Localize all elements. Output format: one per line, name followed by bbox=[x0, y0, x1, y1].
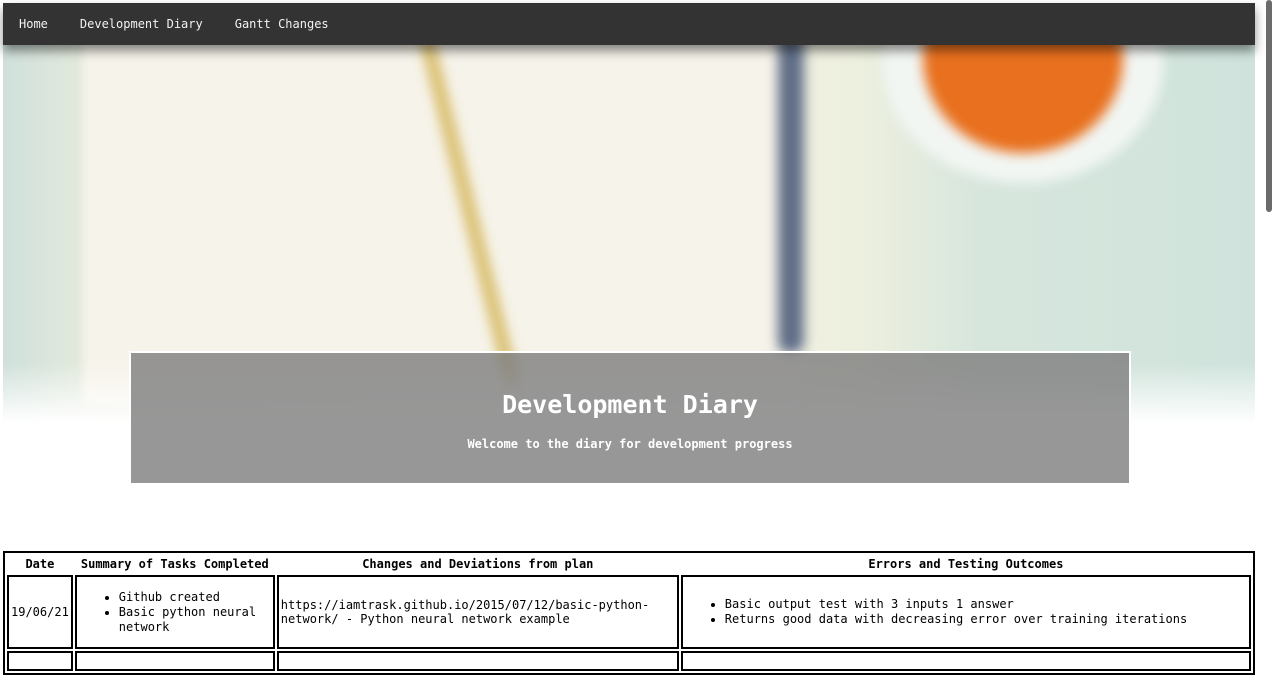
top-navbar: Home Development Diary Gantt Changes bbox=[3, 3, 1255, 45]
pen-shape bbox=[778, 33, 804, 353]
cell-summary: Github created Basic python neural netwo… bbox=[74, 575, 275, 649]
header-date: Date bbox=[25, 557, 55, 571]
diary-table: Date Summary of Tasks Completed Changes … bbox=[3, 551, 1255, 675]
table-row: 19/06/21 Github created Basic python neu… bbox=[7, 575, 1251, 649]
cell-date bbox=[7, 651, 73, 671]
nav-home-link[interactable]: Home bbox=[3, 3, 64, 45]
cell-errors bbox=[680, 651, 1251, 671]
nav-development-diary-link[interactable]: Development Diary bbox=[64, 3, 219, 45]
cell-changes bbox=[276, 651, 679, 671]
header-summary: Summary of Tasks Completed bbox=[80, 557, 269, 571]
page-subtitle: Welcome to the diary for development pro… bbox=[467, 437, 793, 451]
list-item: Returns good data with decreasing error … bbox=[725, 612, 1247, 627]
list-item: Basic python neural network bbox=[119, 605, 271, 635]
cell-summary bbox=[74, 651, 275, 671]
header-errors: Errors and Testing Outcomes bbox=[868, 557, 1064, 571]
cell-errors: Basic output test with 3 inputs 1 answer… bbox=[680, 575, 1251, 649]
cell-date: 19/06/21 bbox=[7, 575, 73, 649]
page-scrollbar[interactable] bbox=[1266, 0, 1272, 212]
page-header-banner: Development Diary Welcome to the diary f… bbox=[129, 351, 1131, 485]
cell-changes: https://iamtrask.github.io/2015/07/12/ba… bbox=[276, 575, 679, 649]
table-header-row: Date Summary of Tasks Completed Changes … bbox=[7, 555, 1251, 573]
list-item: Github created bbox=[119, 590, 271, 605]
table-row bbox=[7, 651, 1251, 671]
errors-list: Basic output test with 3 inputs 1 answer… bbox=[685, 597, 1247, 627]
page-title: Development Diary bbox=[502, 390, 758, 419]
nav-gantt-changes-link[interactable]: Gantt Changes bbox=[219, 3, 345, 45]
summary-list: Github created Basic python neural netwo… bbox=[79, 590, 271, 635]
header-changes: Changes and Deviations from plan bbox=[362, 557, 594, 571]
list-item: Basic output test with 3 inputs 1 answer bbox=[725, 597, 1247, 612]
